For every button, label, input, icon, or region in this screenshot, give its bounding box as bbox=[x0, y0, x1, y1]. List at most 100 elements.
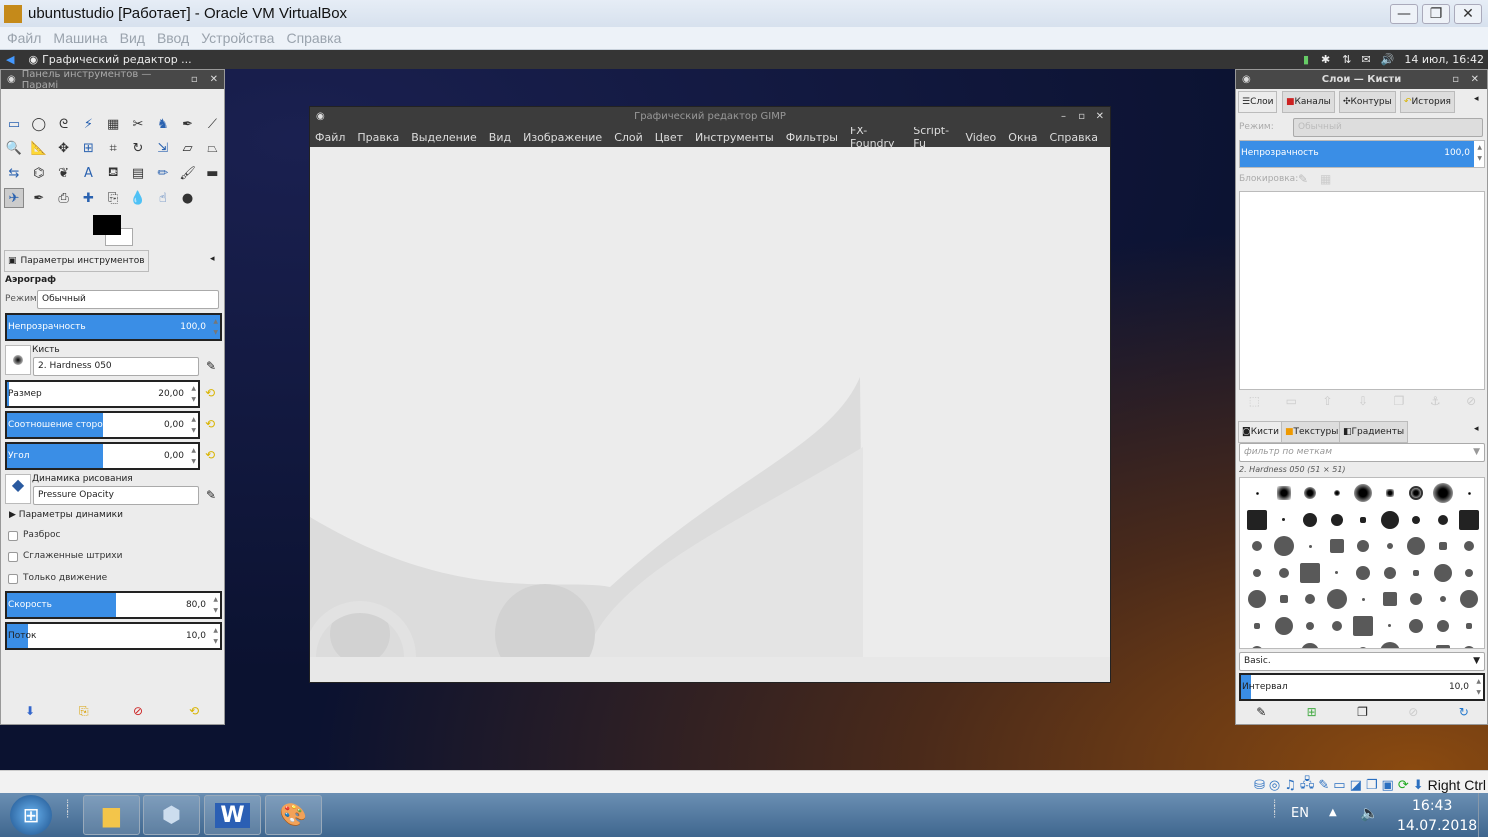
brush-item[interactable] bbox=[1326, 589, 1347, 609]
edit-dynamics-icon[interactable]: ✎ bbox=[206, 488, 216, 502]
gimp-menu-item[interactable]: Video bbox=[965, 131, 996, 144]
brush-item[interactable] bbox=[1251, 646, 1263, 648]
brush-item[interactable] bbox=[1304, 487, 1316, 499]
video-capture-icon[interactable]: ❐ bbox=[1366, 778, 1378, 793]
spin-arrows[interactable]: ▲ ▼ bbox=[213, 594, 218, 616]
tab-layers[interactable]: ☰ Слои bbox=[1238, 91, 1278, 113]
tab-patterns[interactable]: ■ Текстуры bbox=[1281, 421, 1343, 443]
brush-item[interactable] bbox=[1282, 518, 1285, 521]
gimp-menu-item[interactable]: Правка bbox=[357, 131, 399, 144]
flow-slider[interactable]: Поток 10,0 ▲ ▼ bbox=[5, 622, 222, 650]
size-slider[interactable]: Размер 20,00 ▲ ▼ bbox=[5, 380, 200, 408]
brush-item[interactable] bbox=[1413, 569, 1419, 576]
brush-item[interactable] bbox=[1383, 566, 1396, 579]
taskbar-paint[interactable]: 🎨 bbox=[265, 795, 322, 835]
reset-size-icon[interactable]: ⟲ bbox=[205, 386, 215, 400]
panel-menu-icon[interactable]: ◂ bbox=[1474, 94, 1479, 104]
gimp-menu-item[interactable]: Окна bbox=[1008, 131, 1037, 144]
gimp-menu-item[interactable]: Изображение bbox=[523, 131, 602, 144]
brush-item[interactable] bbox=[1382, 592, 1397, 606]
mouse-integration-icon[interactable]: ⟳ bbox=[1398, 778, 1409, 793]
minimize-button[interactable]: — bbox=[1390, 3, 1418, 24]
brush-item[interactable] bbox=[1361, 597, 1365, 601]
brush-item[interactable] bbox=[1305, 594, 1315, 604]
gimp-menu-item[interactable]: Инструменты bbox=[695, 131, 774, 144]
brush-grid[interactable] bbox=[1239, 477, 1485, 649]
brush-item[interactable] bbox=[1385, 489, 1394, 497]
brush-item[interactable] bbox=[1360, 516, 1366, 523]
brush-item[interactable] bbox=[1437, 514, 1448, 525]
taskbar-virtualbox[interactable]: ⬢ bbox=[143, 795, 200, 835]
taskbar-explorer[interactable]: ▆ bbox=[83, 795, 140, 835]
shear-tool-icon[interactable]: ▱ bbox=[178, 139, 198, 159]
reset-aspect-icon[interactable]: ⟲ bbox=[205, 417, 215, 431]
color-select-tool-icon[interactable]: ▦ bbox=[103, 114, 123, 134]
close-icon[interactable]: ✕ bbox=[1471, 74, 1479, 85]
brush-item[interactable] bbox=[1412, 515, 1420, 524]
panel-menu-icon[interactable]: ◂ bbox=[1474, 424, 1479, 434]
reset-options-icon[interactable]: ⟲ bbox=[189, 704, 199, 718]
scale-tool-icon[interactable]: ⇲ bbox=[153, 139, 173, 159]
brush-item[interactable] bbox=[1357, 540, 1369, 552]
brush-item[interactable] bbox=[1278, 567, 1289, 578]
close-button[interactable]: ✕ bbox=[1454, 3, 1482, 24]
eraser-tool-icon[interactable]: ▬ bbox=[202, 163, 222, 183]
minimize-button[interactable]: – bbox=[1061, 107, 1066, 127]
color-picker-tool-icon[interactable]: ⟋ bbox=[202, 114, 222, 134]
start-button[interactable]: ⊞ bbox=[10, 795, 52, 835]
bucket-fill-tool-icon[interactable]: ⛾ bbox=[103, 163, 123, 183]
keyboard-capture-icon[interactable]: ⬇ bbox=[1413, 778, 1424, 793]
gimp-menu-item[interactable]: Фильтры bbox=[786, 131, 838, 144]
close-button[interactable]: ✕ bbox=[1096, 107, 1104, 127]
smudge-tool-icon[interactable]: ☝ bbox=[153, 188, 173, 208]
menu-devices[interactable]: Устройства bbox=[201, 30, 274, 46]
brush-preview[interactable] bbox=[5, 345, 31, 375]
hard-disk-icon[interactable]: ⛁ bbox=[1254, 778, 1265, 793]
clock[interactable]: 14 июл, 16:42 bbox=[1404, 53, 1484, 66]
layers-list[interactable] bbox=[1239, 191, 1485, 390]
brush-item[interactable] bbox=[1253, 568, 1261, 577]
brush-item[interactable] bbox=[1333, 490, 1340, 496]
taskbar-date[interactable]: 14.07.2018 bbox=[1397, 818, 1477, 834]
show-desktop-button[interactable] bbox=[1478, 793, 1488, 837]
network-icon[interactable]: ⇅ bbox=[1342, 53, 1351, 66]
brush-item[interactable] bbox=[1276, 486, 1291, 500]
raise-layer-icon[interactable]: ⇧ bbox=[1322, 394, 1332, 408]
brush-item[interactable] bbox=[1329, 539, 1344, 553]
move-tool-icon[interactable]: ✥ bbox=[54, 139, 74, 159]
brush-item[interactable] bbox=[1459, 509, 1479, 530]
crop-tool-icon[interactable]: ⌗ bbox=[103, 139, 123, 159]
new-layer-icon[interactable]: ⬚ bbox=[1249, 394, 1260, 408]
dodge-tool-icon[interactable]: ● bbox=[178, 188, 198, 208]
perspective-tool-icon[interactable]: ⏢ bbox=[202, 139, 222, 159]
tab-brushes[interactable]: ◙ Кисти bbox=[1238, 421, 1284, 443]
menu-input[interactable]: Ввод bbox=[157, 30, 189, 46]
audio-icon[interactable]: ♫ bbox=[1284, 778, 1296, 793]
brush-item[interactable] bbox=[1300, 562, 1320, 583]
lock-alpha-icon[interactable]: ▦ bbox=[1320, 172, 1331, 186]
brush-item[interactable] bbox=[1303, 512, 1317, 527]
volume-icon[interactable]: 🔈 bbox=[1360, 804, 1379, 822]
optical-drive-icon[interactable]: ◎ bbox=[1269, 778, 1280, 793]
spin-arrows[interactable]: ▲ ▼ bbox=[191, 445, 196, 467]
tab-gradients[interactable]: ◧ Градиенты bbox=[1339, 421, 1409, 443]
brush-item[interactable] bbox=[1358, 647, 1368, 648]
shared-folders-icon[interactable]: ▭ bbox=[1333, 778, 1345, 793]
spin-arrows[interactable]: ▲ ▼ bbox=[213, 625, 218, 647]
heal-tool-icon[interactable]: ✚ bbox=[78, 188, 98, 208]
brush-item[interactable] bbox=[1433, 563, 1452, 582]
layer-mode-select[interactable]: Обычный bbox=[1293, 118, 1483, 137]
brush-item[interactable] bbox=[1465, 568, 1473, 577]
brush-item[interactable] bbox=[1273, 536, 1294, 556]
rate-slider[interactable]: Скорость 80,0 ▲ ▼ bbox=[5, 591, 222, 619]
layer-group-icon[interactable]: ▭ bbox=[1286, 394, 1297, 408]
blur-tool-icon[interactable]: 💧 bbox=[128, 188, 148, 208]
mode-select[interactable]: Обычный bbox=[37, 290, 219, 309]
tag-filter-input[interactable]: фильтр по меткам ▼ bbox=[1239, 443, 1485, 462]
brush-item[interactable] bbox=[1248, 590, 1266, 608]
blend-tool-icon[interactable]: ▤ bbox=[128, 163, 148, 183]
gimp-menu-item[interactable]: Цвет bbox=[655, 131, 683, 144]
brush-item[interactable] bbox=[1436, 619, 1449, 632]
fuzzy-select-tool-icon[interactable]: ⚡ bbox=[78, 114, 98, 134]
menu-machine[interactable]: Машина bbox=[53, 30, 107, 46]
